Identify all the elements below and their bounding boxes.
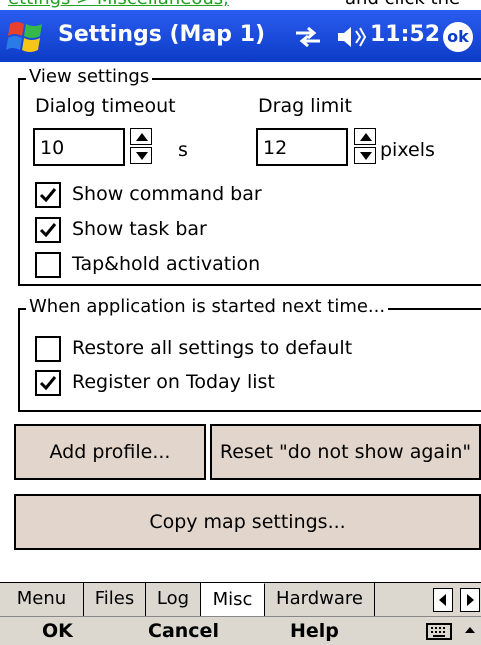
caption-link[interactable]: ettings > Miscellaneous,	[8, 0, 229, 9]
spin-down-icon[interactable]	[354, 147, 376, 164]
view-settings-legend: View settings	[26, 66, 153, 87]
show-command-bar-label[interactable]: Show command bar	[72, 183, 262, 205]
ok-command[interactable]: OK	[42, 620, 73, 642]
connectivity-icon[interactable]	[294, 26, 322, 48]
tab-hardware[interactable]: Hardware	[265, 583, 375, 617]
volume-icon[interactable]	[336, 25, 367, 49]
tab-files[interactable]: Files	[84, 583, 146, 617]
spin-up-icon[interactable]	[130, 128, 152, 145]
caption-text: and click the	[345, 0, 460, 9]
window-title: Settings (Map 1)	[58, 22, 266, 47]
next-time-group	[18, 308, 481, 412]
spin-down-icon[interactable]	[130, 147, 152, 164]
dialog-timeout-label: Dialog timeout	[35, 95, 176, 117]
reset-do-not-show-button[interactable]: Reset "do not show again"	[210, 424, 481, 480]
register-today-checkbox[interactable]	[35, 370, 61, 396]
next-time-legend: When application is started next time...	[26, 296, 389, 317]
show-task-bar-checkbox[interactable]	[35, 217, 61, 243]
tab-scroll-left-icon[interactable]	[433, 588, 453, 612]
restore-defaults-label[interactable]: Restore all settings to default	[72, 337, 352, 359]
drag-limit-input[interactable]: 12	[256, 128, 348, 166]
copy-map-settings-button[interactable]: Copy map settings...	[14, 494, 481, 550]
cancel-command[interactable]: Cancel	[148, 620, 219, 642]
show-task-bar-label[interactable]: Show task bar	[72, 218, 207, 240]
show-command-bar-checkbox[interactable]	[35, 182, 61, 208]
input-menu-arrow-icon[interactable]	[464, 623, 476, 643]
dialog-timeout-input[interactable]: 10	[33, 128, 125, 166]
drag-limit-label: Drag limit	[258, 95, 352, 117]
tab-scroll-right-icon[interactable]	[460, 588, 480, 612]
drag-limit-spinner[interactable]	[354, 128, 378, 166]
tab-log[interactable]: Log	[146, 583, 201, 617]
dialog-timeout-spinner[interactable]	[130, 128, 154, 166]
tab-menu[interactable]: Menu	[0, 583, 84, 617]
tab-misc[interactable]: Misc	[201, 583, 265, 617]
ok-close-button[interactable]: ok	[443, 22, 473, 52]
register-today-label[interactable]: Register on Today list	[72, 371, 275, 393]
restore-defaults-checkbox[interactable]	[35, 336, 61, 362]
tab-bar: Menu Files Log Misc Hardware	[0, 582, 481, 617]
help-command[interactable]: Help	[290, 620, 339, 642]
keyboard-icon[interactable]	[426, 621, 452, 645]
spin-up-icon[interactable]	[354, 128, 376, 145]
tap-hold-activation-checkbox[interactable]	[35, 252, 61, 278]
title-bar: Settings (Map 1) 11:52 ok	[0, 10, 481, 62]
pixels-unit: pixels	[380, 139, 435, 161]
tap-hold-activation-label[interactable]: Tap&hold activation	[72, 253, 260, 275]
add-profile-button[interactable]: Add profile...	[14, 424, 206, 480]
cropped-caption-strip: ettings > Miscellaneous, and click the	[0, 0, 481, 10]
command-bar: OK Cancel Help	[0, 616, 481, 645]
windows-start-icon[interactable]	[6, 16, 46, 56]
clock[interactable]: 11:52	[370, 22, 440, 47]
seconds-unit: s	[178, 139, 188, 161]
